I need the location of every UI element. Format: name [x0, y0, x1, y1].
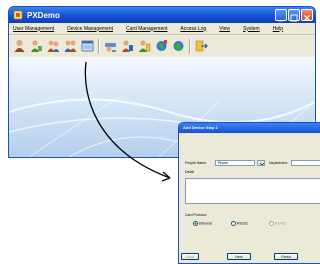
next-button[interactable]: Next — [227, 253, 251, 260]
back-button[interactable]: Back — [181, 253, 199, 260]
dialog-title: Add Device Step 1 — [179, 123, 320, 133]
radio-rs485[interactable]: RS485 — [269, 221, 286, 226]
card-protocol-label: Card Protocol — [185, 213, 207, 217]
radio-rs232-dot — [231, 221, 236, 226]
detail-textarea[interactable] — [185, 178, 320, 204]
finish-button[interactable]: Finish — [274, 253, 298, 260]
radio-rs485-label: RS485 — [275, 221, 286, 226]
radio-rs485-dot — [269, 221, 274, 226]
people-name-input[interactable]: Phone — [215, 160, 255, 166]
radio-ethernet-dot — [193, 221, 198, 226]
department-label: Department — [269, 161, 288, 165]
people-name-value: Phone — [218, 161, 229, 165]
detail-label: Detail — [185, 170, 194, 174]
department-input[interactable] — [291, 160, 320, 166]
radio-rs232-label: RS232 — [237, 221, 248, 226]
people-name-label: People Name — [185, 161, 207, 165]
people-name-dropdown[interactable] — [257, 160, 265, 166]
radio-rs232[interactable]: RS232 — [231, 221, 248, 226]
add-device-dialog: Add Device Step 1 People Name Phone Depa… — [178, 122, 320, 264]
radio-ethernet[interactable]: Ethernet — [193, 221, 212, 226]
radio-ethernet-label: Ethernet — [199, 221, 213, 226]
chevron-down-icon — [259, 162, 264, 165]
